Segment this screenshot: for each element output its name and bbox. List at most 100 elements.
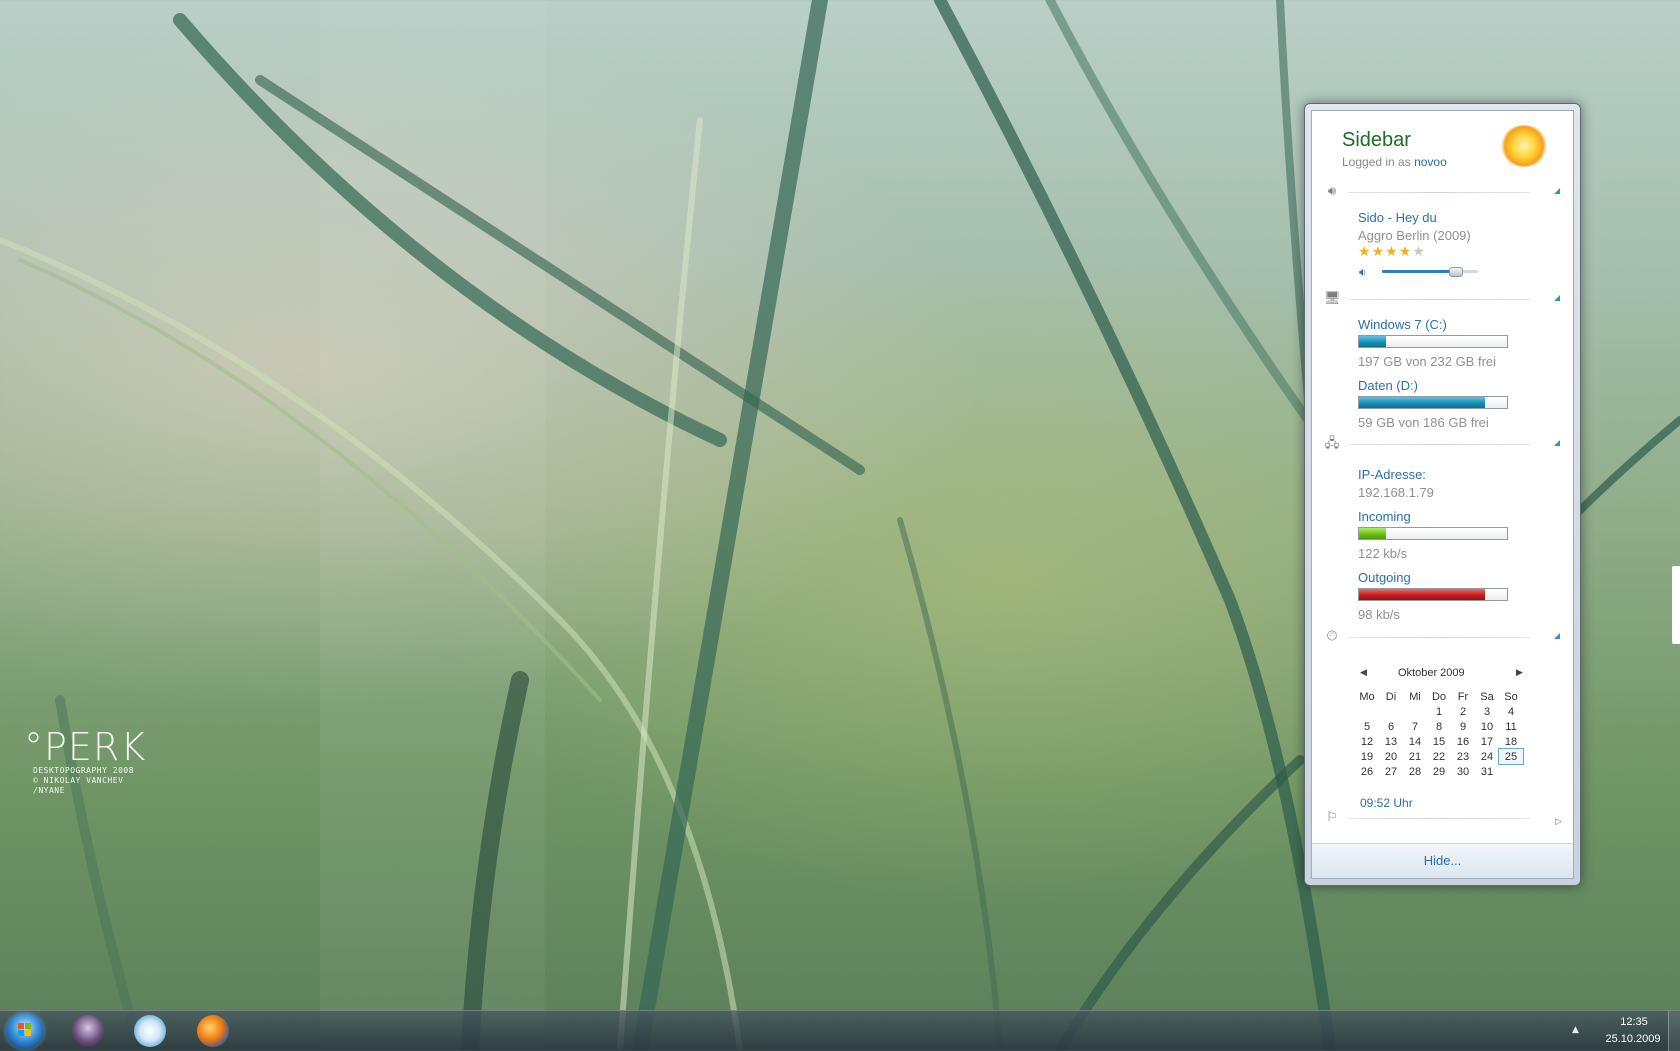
- rating-star-icon[interactable]: ★: [1412, 244, 1426, 260]
- flag-icon: ⚐: [1326, 810, 1338, 825]
- section-divider: [1348, 299, 1530, 300]
- rating-star-icon[interactable]: ★: [1372, 244, 1386, 260]
- expand-corner-icon[interactable]: [1554, 633, 1560, 639]
- calendar-day[interactable]: 6: [1379, 719, 1403, 734]
- expand-corner-icon[interactable]: [1554, 295, 1560, 301]
- prev-month-icon[interactable]: ◀: [1360, 668, 1367, 678]
- expand-corner-icon[interactable]: [1554, 440, 1560, 446]
- calendar-day: [1499, 764, 1523, 779]
- volume-icon[interactable]: 🔉︎: [1359, 265, 1367, 280]
- calendar-day-today[interactable]: 25: [1498, 748, 1524, 765]
- taskbar-time[interactable]: 12:35: [1606, 1016, 1662, 1028]
- perk-title: °PERK: [24, 725, 147, 769]
- calendar-day[interactable]: 16: [1451, 734, 1475, 749]
- calendar-day[interactable]: 1: [1427, 704, 1451, 719]
- incoming-bar: [1358, 527, 1508, 540]
- screen-edge-tab[interactable]: [1672, 566, 1680, 644]
- volume-fill: [1382, 270, 1456, 273]
- perk-line-1: DESKTOPOGRAPHY 2008: [33, 766, 135, 775]
- calendar-day[interactable]: 21: [1403, 749, 1427, 764]
- rating-star-icon[interactable]: ★: [1399, 244, 1413, 260]
- calendar-day[interactable]: 17: [1475, 734, 1499, 749]
- calendar-day[interactable]: 2: [1451, 704, 1475, 719]
- calendar-week: 5 6 7 8 9 10 11: [1355, 719, 1523, 734]
- drive-d-usage-bar: [1358, 396, 1508, 409]
- calendar-day[interactable]: 31: [1475, 764, 1499, 779]
- login-prefix: Logged in as: [1342, 155, 1415, 169]
- calendar-day[interactable]: 3: [1475, 704, 1499, 719]
- calendar-day[interactable]: 30: [1451, 764, 1475, 779]
- expand-corner-icon[interactable]: [1554, 188, 1560, 194]
- rating-star-icon[interactable]: ★: [1385, 244, 1399, 260]
- tray-expand-icon[interactable]: ▲: [1572, 1025, 1579, 1035]
- next-month-icon[interactable]: ▶: [1516, 668, 1523, 678]
- rating-stars[interactable]: ★★★★★: [1358, 245, 1426, 259]
- drive-c-usage-bar: [1358, 335, 1508, 348]
- calendar-day[interactable]: 19: [1355, 749, 1379, 764]
- calendar-day[interactable]: 28: [1403, 764, 1427, 779]
- section-divider: [1348, 637, 1530, 638]
- sidebar-title: Sidebar: [1342, 129, 1411, 151]
- firefox-icon[interactable]: [197, 1015, 229, 1047]
- calendar-day: [1355, 704, 1379, 719]
- calendar-week: 1234: [1355, 704, 1523, 719]
- calendar-day[interactable]: 11: [1499, 719, 1523, 734]
- calendar-day[interactable]: 24: [1475, 749, 1499, 764]
- volume-slider[interactable]: [1382, 267, 1478, 277]
- volume-knob[interactable]: [1448, 267, 1463, 277]
- show-desktop-button[interactable]: [1668, 1011, 1680, 1051]
- track-title[interactable]: Sido - Hey du: [1358, 210, 1437, 225]
- section-divider: [1348, 444, 1530, 445]
- calendar-day[interactable]: 26: [1355, 764, 1379, 779]
- album-name: Aggro Berlin (2009): [1358, 228, 1471, 243]
- calendar-day[interactable]: 29: [1427, 764, 1451, 779]
- sidebar-window: Sidebar Logged in as novoo 🔊︎ Sido - Hey…: [1304, 103, 1581, 886]
- calendar-day[interactable]: 22: [1427, 749, 1451, 764]
- calendar-day[interactable]: 27: [1379, 764, 1403, 779]
- calendar-day[interactable]: 7: [1403, 719, 1427, 734]
- users-app-icon[interactable]: [72, 1015, 104, 1047]
- calendar-day[interactable]: 20: [1379, 749, 1403, 764]
- network-icon: 🖧︎: [1324, 436, 1340, 451]
- taskbar-date[interactable]: 25.10.2009: [1600, 1033, 1666, 1045]
- hide-button[interactable]: Hide...: [1312, 844, 1573, 878]
- clock-calendar-icon: 🕘︎: [1326, 629, 1338, 644]
- outgoing-label: Outgoing: [1358, 570, 1411, 585]
- calendar-day[interactable]: 10: [1475, 719, 1499, 734]
- drive-d-name[interactable]: Daten (D:): [1358, 378, 1418, 393]
- calendar-day[interactable]: 8: [1427, 719, 1451, 734]
- calendar-day[interactable]: 23: [1451, 749, 1475, 764]
- calendar-day[interactable]: 4: [1499, 704, 1523, 719]
- outgoing-bar: [1358, 588, 1508, 601]
- login-status: Logged in as novoo: [1342, 155, 1447, 169]
- calendar-day[interactable]: 14: [1403, 734, 1427, 749]
- perk-logo: °PERK DESKTOPOGRAPHY 2008 © NIKOLAY VANC…: [24, 728, 146, 796]
- perk-line-2: © NIKOLAY VANCHEV: [33, 776, 124, 785]
- taskbar: ▲ 12:35 25.10.2009: [0, 1010, 1680, 1051]
- outgoing-fill: [1359, 589, 1485, 600]
- calendar-day[interactable]: 15: [1427, 734, 1451, 749]
- drive-d-fill: [1359, 397, 1485, 408]
- calendar-day: [1403, 704, 1427, 719]
- calendar-day[interactable]: 18: [1499, 734, 1523, 749]
- calendar-day: [1379, 704, 1403, 719]
- calendar-day[interactable]: 9: [1451, 719, 1475, 734]
- ip-label: IP-Adresse:: [1358, 467, 1426, 482]
- calendar-day[interactable]: 13: [1379, 734, 1403, 749]
- next-arrow-icon[interactable]: ▷: [1555, 817, 1562, 827]
- rating-star-icon[interactable]: ★: [1358, 244, 1372, 260]
- weekday-label: So: [1504, 690, 1518, 703]
- weekday-label: Mo: [1359, 690, 1375, 703]
- calendar-week: 26 27 28 29 30 31: [1355, 764, 1523, 779]
- start-button[interactable]: [6, 1013, 44, 1049]
- user-link[interactable]: novoo: [1414, 155, 1447, 169]
- media-player-icon[interactable]: [134, 1015, 166, 1047]
- drive-c-name[interactable]: Windows 7 (C:): [1358, 317, 1447, 332]
- calendar-day[interactable]: 5: [1355, 719, 1379, 734]
- drive-d-usage: 59 GB von 186 GB frei: [1358, 415, 1489, 430]
- calendar-week: 12 13 14 15 16 17 18: [1355, 734, 1523, 749]
- calendar-week: 19 20 21 22 23 24 25: [1355, 748, 1524, 765]
- sun-icon[interactable]: [1500, 125, 1548, 167]
- calendar-day[interactable]: 12: [1355, 734, 1379, 749]
- section-divider: [1348, 818, 1530, 819]
